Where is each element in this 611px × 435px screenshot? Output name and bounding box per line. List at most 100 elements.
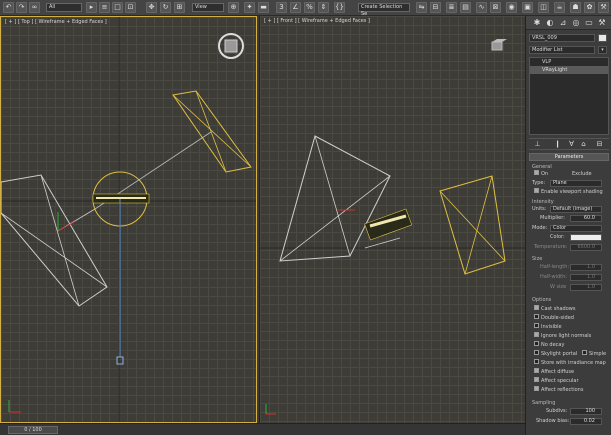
reference-coordinate-dropdown[interactable]: View bbox=[192, 3, 224, 12]
shadow-bias-spinner[interactable]: 0.02 bbox=[570, 418, 602, 425]
modifier-list-dropdown[interactable]: Modifier List bbox=[529, 46, 595, 54]
rotate-icon[interactable]: ↻ bbox=[160, 2, 171, 13]
option-checkbox[interactable] bbox=[534, 350, 539, 355]
stack-item-vlp[interactable]: VLP bbox=[530, 58, 608, 66]
keyboard-shortcut-icon[interactable]: ▬ bbox=[258, 2, 269, 13]
align-icon[interactable]: ⊟ bbox=[430, 2, 441, 13]
option-invisible[interactable]: Invisible bbox=[534, 323, 562, 331]
stack-item-vraylight[interactable]: VRayLight bbox=[530, 66, 608, 74]
light-target-box[interactable] bbox=[116, 356, 124, 365]
option-skylight-portal[interactable]: Skylight portal bbox=[534, 350, 577, 358]
mode-dropdown[interactable]: Color bbox=[550, 225, 602, 232]
select-by-name-icon[interactable]: ≡ bbox=[99, 2, 110, 13]
object-color-swatch[interactable] bbox=[598, 34, 607, 42]
simple-checkbox[interactable] bbox=[582, 350, 587, 355]
snap-toggle-icon[interactable]: 3 bbox=[276, 2, 287, 13]
option-checkbox[interactable] bbox=[534, 359, 539, 364]
option-ignore-light-normals[interactable]: Ignore light normals bbox=[534, 332, 591, 340]
hierarchy-tab-icon[interactable]: ⊿ bbox=[558, 18, 568, 28]
units-dropdown[interactable]: Default (image) bbox=[550, 206, 602, 213]
create-tab-icon[interactable]: ✱ bbox=[532, 18, 542, 28]
rect-selection-icon[interactable]: □ bbox=[112, 2, 123, 13]
front-viewport[interactable]: [ + ] [ Front ] [ Wireframe + Edged Face… bbox=[259, 16, 525, 423]
display-tab-icon[interactable]: ▭ bbox=[584, 18, 594, 28]
modify-tab-icon[interactable]: ◐ bbox=[545, 18, 555, 28]
on-checkbox-box[interactable] bbox=[534, 170, 539, 175]
option-checkbox[interactable] bbox=[534, 323, 539, 328]
logo-text-object[interactable] bbox=[92, 193, 150, 204]
pivot-icon[interactable]: ⊕ bbox=[228, 2, 239, 13]
viewcube-icon[interactable] bbox=[218, 33, 244, 59]
window-crossing-icon[interactable]: ⊡ bbox=[125, 2, 136, 13]
plane-light-front-left[interactable] bbox=[279, 135, 391, 262]
make-unique-icon[interactable]: ∀ bbox=[567, 140, 576, 149]
multiplier-spinner[interactable]: 60.0 bbox=[570, 215, 602, 222]
scale-icon[interactable]: ⊞ bbox=[174, 2, 185, 13]
w-size-spinner[interactable]: 1.0 bbox=[570, 284, 602, 291]
selection-filter-dropdown[interactable]: All bbox=[46, 3, 82, 12]
modifier-list-arrow-icon[interactable]: ▾ bbox=[598, 46, 607, 54]
object-name-field[interactable]: VRSL_009 bbox=[529, 34, 595, 42]
temperature-spinner[interactable]: 6500.0 bbox=[570, 244, 602, 251]
top-viewport[interactable]: [ + ] [ Top ] [ Wireframe + Edged Faces … bbox=[0, 16, 257, 423]
option-affect-diffuse[interactable]: Affect diffuse bbox=[534, 368, 574, 376]
viewport-shading-checkbox[interactable]: Enable viewport shading bbox=[534, 188, 603, 196]
layer-manager-icon[interactable]: ≣ bbox=[446, 2, 457, 13]
undo-icon[interactable]: ↶ bbox=[3, 2, 14, 13]
select-object-icon[interactable]: ▸ bbox=[86, 2, 97, 13]
pin-stack-icon[interactable]: ⊥ bbox=[533, 140, 542, 149]
on-checkbox[interactable]: On bbox=[534, 170, 548, 178]
schematic-view-icon[interactable]: ⊠ bbox=[490, 2, 501, 13]
light-color-swatch[interactable] bbox=[570, 234, 602, 241]
option-affect-reflections[interactable]: Affect reflections bbox=[534, 386, 583, 394]
type-dropdown[interactable]: Plane bbox=[550, 180, 602, 187]
plane-light-front-right[interactable] bbox=[439, 175, 506, 275]
spinner-snap-icon[interactable]: ⇕ bbox=[318, 2, 329, 13]
option-checkbox[interactable] bbox=[534, 386, 539, 391]
viewport-shading-box[interactable] bbox=[534, 188, 539, 193]
graphite-tools-icon[interactable]: ▤ bbox=[460, 2, 471, 13]
configure-sets-icon[interactable]: ⊟ bbox=[595, 140, 604, 149]
viewcube-front-icon[interactable] bbox=[491, 39, 507, 51]
option-no-decay[interactable]: No decay bbox=[534, 341, 564, 349]
exclude-button[interactable]: Exclude bbox=[572, 171, 592, 178]
option-checkbox[interactable] bbox=[534, 332, 539, 337]
utilities-tab-icon[interactable]: ⚒ bbox=[597, 18, 607, 28]
curve-editor-icon[interactable]: ∿ bbox=[476, 2, 487, 13]
mirror-icon[interactable]: ⇋ bbox=[416, 2, 427, 13]
edit-named-selection-icon[interactable]: {} bbox=[334, 2, 345, 13]
remove-modifier-icon[interactable]: ⌂ bbox=[579, 140, 588, 149]
motion-tab-icon[interactable]: ◎ bbox=[571, 18, 581, 28]
option-affect-specular[interactable]: Affect specular bbox=[534, 377, 579, 385]
show-end-result-icon[interactable]: ❙ bbox=[553, 140, 562, 149]
redo-icon[interactable]: ↷ bbox=[16, 2, 27, 13]
option-checkbox[interactable] bbox=[534, 341, 539, 346]
option-double-sided[interactable]: Double-sided bbox=[534, 314, 574, 322]
option-checkbox[interactable] bbox=[534, 368, 539, 373]
material-editor-icon[interactable]: ◉ bbox=[506, 2, 517, 13]
hammer-icon[interactable]: ⚒ bbox=[598, 2, 609, 13]
render-setup-icon[interactable]: ▣ bbox=[522, 2, 533, 13]
percent-snap-icon[interactable]: % bbox=[304, 2, 315, 13]
rendered-frame-icon[interactable]: ◫ bbox=[538, 2, 549, 13]
render-iterative-icon[interactable]: ☗ bbox=[570, 2, 581, 13]
named-selection-sets-dropdown[interactable]: Create Selection Se bbox=[358, 3, 410, 17]
half-width-spinner[interactable]: 1.0 bbox=[570, 274, 602, 281]
option-checkbox[interactable] bbox=[534, 314, 539, 319]
option-checkbox[interactable] bbox=[534, 377, 539, 382]
subdivs-spinner[interactable]: 100 bbox=[570, 408, 602, 415]
select-manipulate-icon[interactable]: ✦ bbox=[244, 2, 255, 13]
parameters-rollout-header[interactable]: Parameters bbox=[529, 153, 609, 161]
option-checkbox[interactable] bbox=[534, 305, 539, 310]
time-slider[interactable]: 0 / 100 bbox=[8, 426, 58, 434]
plane-light-left[interactable] bbox=[1, 174, 108, 307]
half-length-spinner[interactable]: 1.0 bbox=[570, 264, 602, 271]
option-store-irradiance[interactable]: Store with irradiance map bbox=[534, 359, 606, 367]
activeshade-icon[interactable]: ✿ bbox=[584, 2, 595, 13]
angle-snap-icon[interactable]: ∠ bbox=[290, 2, 301, 13]
option-simple[interactable]: Simple bbox=[582, 350, 606, 358]
move-icon[interactable]: ✥ bbox=[146, 2, 157, 13]
link-icon[interactable]: ∞ bbox=[29, 2, 40, 13]
render-production-icon[interactable]: ☕ bbox=[554, 2, 565, 13]
option-cast-shadows[interactable]: Cast shadows bbox=[534, 305, 575, 313]
